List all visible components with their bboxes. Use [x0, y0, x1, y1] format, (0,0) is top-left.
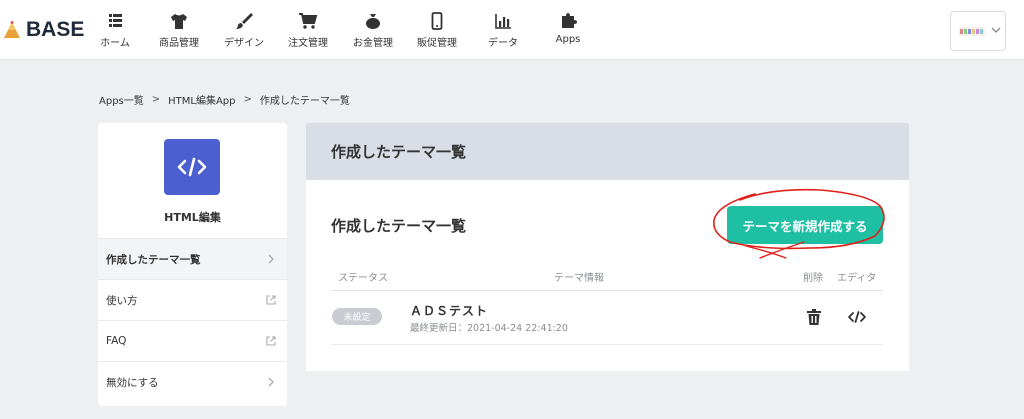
list-icon — [109, 14, 122, 27]
trash-icon[interactable] — [805, 308, 823, 326]
sidebar-item-label: 無効にする — [106, 376, 159, 389]
theme-updated-date: 最終更新日：2021-04-24 22:41:20 — [410, 323, 568, 334]
app-sidebar: HTML編集 作成したテーマ一覧 使い方 FAQ 無効にする — [98, 123, 287, 406]
puzzle-icon — [562, 13, 577, 28]
bar-chart-icon — [495, 14, 511, 29]
sidebar-menu: 作成したテーマ一覧 使い方 FAQ 無効にする — [98, 238, 287, 402]
shop-thumbnail-icon — [959, 27, 985, 36]
column-header-editor: エディタ — [837, 273, 877, 284]
app-name: HTML編集 — [164, 211, 221, 224]
theme-name: ＡＤＳテスト — [410, 304, 489, 318]
column-header-theme-info: テーマ情報 — [554, 273, 604, 284]
nav-label: 注文管理 — [288, 38, 328, 49]
create-theme-button[interactable]: テーマを新規作成する — [727, 206, 883, 244]
account-menu-button[interactable] — [950, 11, 1006, 51]
nav-item-products[interactable]: 商品管理 — [148, 12, 210, 49]
sidebar-item-faq[interactable]: FAQ — [98, 320, 287, 361]
section-title: 作成したテーマ一覧 — [331, 217, 467, 235]
panel-header: 作成したテーマ一覧 — [306, 123, 909, 180]
nav-item-home[interactable]: ホーム — [84, 12, 146, 49]
nav-label: ホーム — [100, 38, 130, 49]
nav-item-money[interactable]: お金管理 — [342, 12, 404, 49]
nav-item-promotion[interactable]: 販促管理 — [406, 12, 468, 49]
nav-label: デザイン — [224, 38, 264, 49]
nav-label: 販促管理 — [417, 38, 457, 49]
nav-label: データ — [488, 38, 518, 49]
breadcrumb-separator: > — [151, 94, 161, 105]
app-icon — [164, 139, 220, 195]
sidebar-item-disable[interactable]: 無効にする — [98, 361, 287, 402]
sidebar-item-label: 使い方 — [106, 294, 138, 307]
nav-item-data[interactable]: データ — [472, 12, 534, 49]
sidebar-item-label: 作成したテーマ一覧 — [106, 253, 201, 266]
brand-name: BASE — [26, 18, 85, 41]
table-row-divider — [331, 344, 883, 345]
sidebar-item-theme-list[interactable]: 作成したテーマ一覧 — [98, 238, 287, 279]
money-bag-icon — [366, 14, 380, 29]
nav-item-apps[interactable]: Apps — [537, 12, 599, 45]
logo-mark-icon — [4, 21, 20, 38]
top-nav-bar: BASE ホーム 商品管理 デザイン 注文管理 お金管理 販促管理 データ Ap… — [0, 0, 1024, 60]
tshirt-icon — [171, 14, 187, 29]
theme-list-panel: 作成したテーマ一覧 作成したテーマ一覧 テーマを新規作成する ステータス テーマ… — [306, 123, 909, 371]
chevron-right-icon — [268, 254, 274, 264]
sidebar-item-label: FAQ — [106, 335, 127, 347]
chevron-right-icon — [268, 377, 274, 387]
breadcrumb-item-html-app[interactable]: HTML編集App — [168, 92, 235, 107]
panel-header-title: 作成したテーマ一覧 — [331, 143, 467, 161]
cart-icon — [299, 13, 318, 29]
column-header-status: ステータス — [338, 273, 388, 284]
external-link-icon — [266, 295, 276, 305]
nav-item-design[interactable]: デザイン — [213, 12, 275, 49]
table-header-divider — [331, 290, 883, 291]
nav-item-orders[interactable]: 注文管理 — [277, 12, 339, 49]
nav-label: Apps — [555, 34, 581, 45]
base-logo[interactable]: BASE — [2, 18, 84, 42]
nav-label: お金管理 — [353, 38, 393, 49]
nav-label: 商品管理 — [159, 38, 199, 49]
breadcrumb-item-apps[interactable]: Apps一覧 — [99, 92, 144, 107]
breadcrumb-item-current: 作成したテーマ一覧 — [259, 96, 350, 107]
breadcrumb: Apps一覧 > HTML編集App > 作成したテーマ一覧 — [99, 92, 350, 107]
chevron-down-icon — [991, 27, 1001, 33]
external-link-icon — [266, 336, 276, 346]
code-editor-icon[interactable] — [847, 309, 867, 325]
phone-icon — [431, 12, 443, 30]
code-icon — [177, 157, 207, 177]
brush-icon — [236, 13, 253, 29]
breadcrumb-separator: > — [243, 94, 252, 105]
column-header-delete: 削除 — [803, 273, 823, 284]
status-badge: 未設定 — [332, 308, 382, 325]
sidebar-item-how-to[interactable]: 使い方 — [98, 279, 287, 320]
